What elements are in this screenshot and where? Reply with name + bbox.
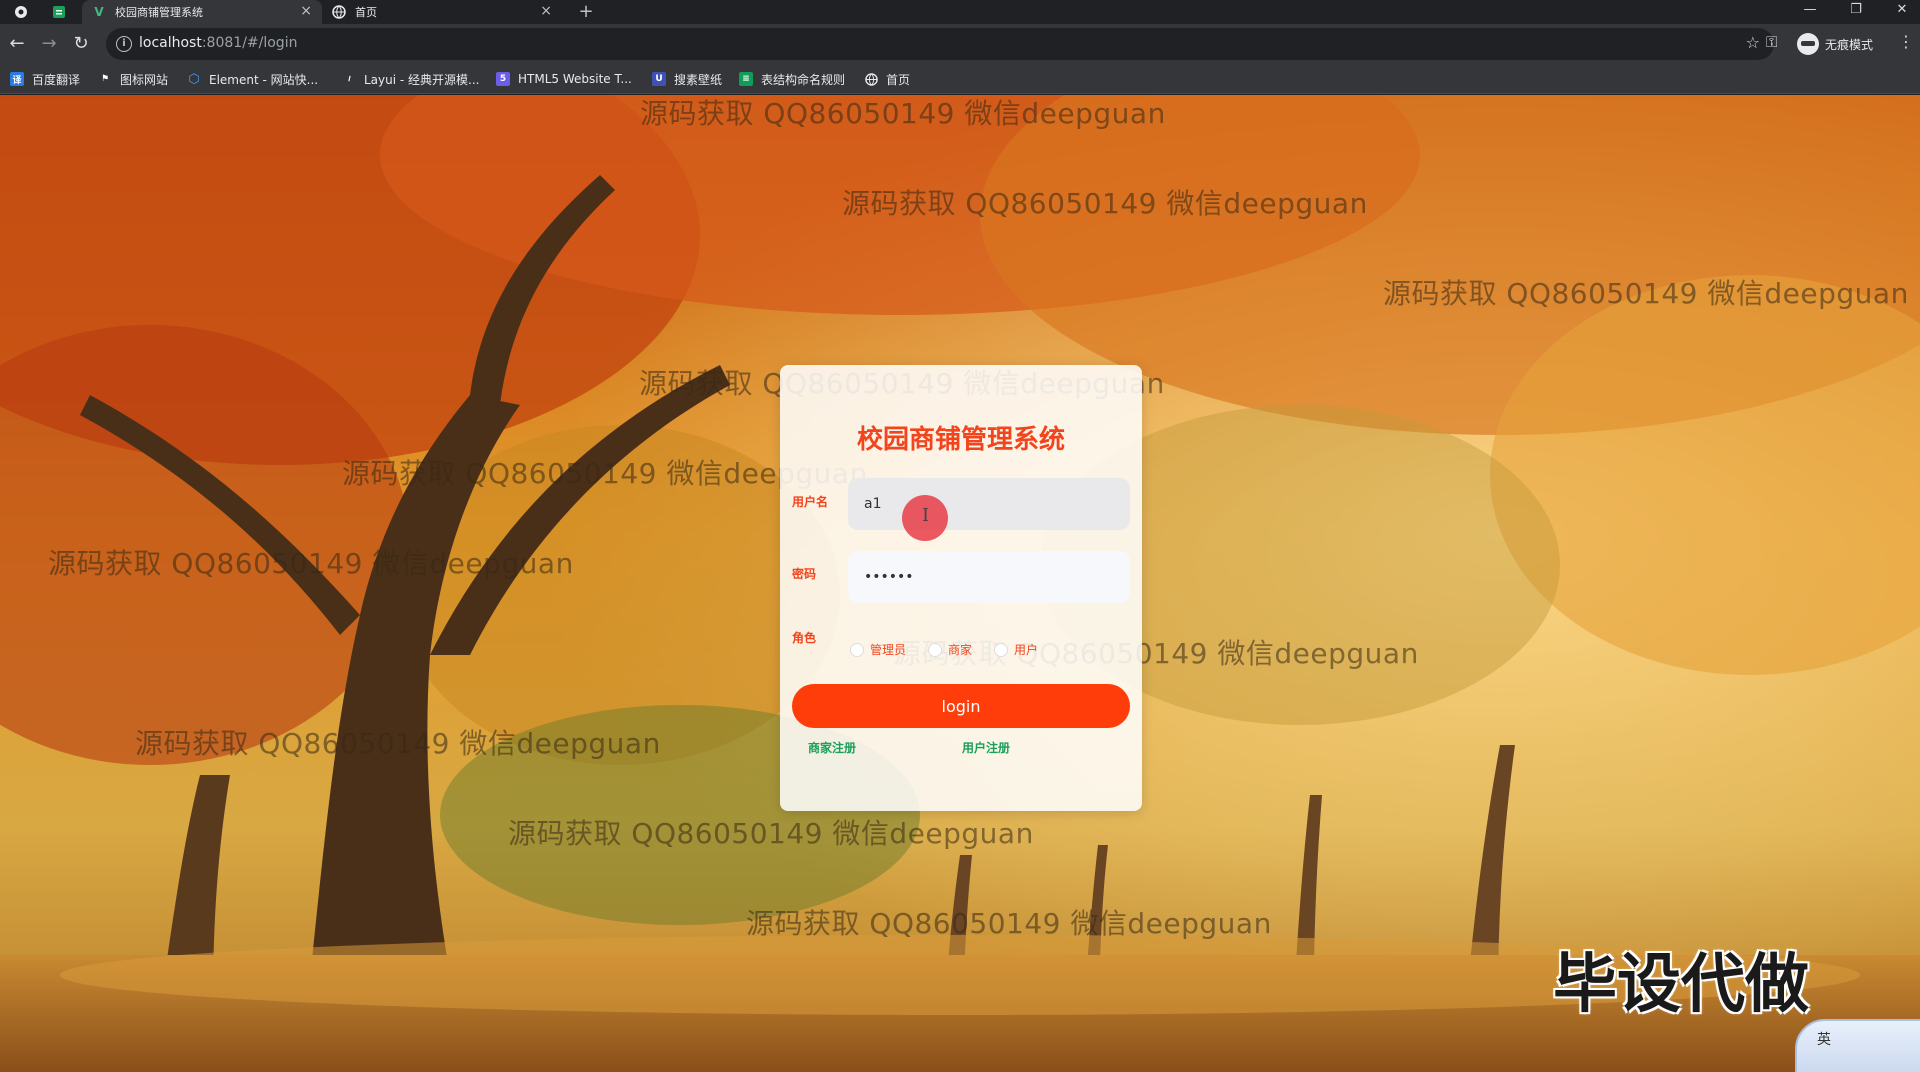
- bookmark-item[interactable]: 译 百度翻译: [10, 69, 80, 89]
- login-button[interactable]: login: [792, 684, 1130, 728]
- globe-icon: [864, 72, 878, 86]
- watermark-text: 源码获取 QQ86050149 微信deepguan: [746, 907, 1272, 940]
- password-label: 密码: [792, 567, 817, 581]
- forward-icon[interactable]: →: [38, 33, 60, 55]
- watermark-text: 源码获取 QQ86050149 微信deepguan: [135, 727, 661, 760]
- key-icon[interactable]: ⚿: [1766, 33, 1777, 51]
- watermark-text: 源码获取 QQ86050149 微信deepguan: [48, 547, 574, 580]
- bookmark-item[interactable]: ≡ 表结构命名规则: [739, 69, 845, 89]
- bookmark-item[interactable]: U 搜素壁纸: [652, 69, 722, 89]
- role-radio-group: 管理员 商家 用户: [850, 641, 1060, 658]
- globe-icon: [332, 5, 346, 19]
- close-window-button[interactable]: ✕: [1885, 1, 1919, 21]
- tab-login[interactable]: V 校园商铺管理系统 ×: [82, 0, 322, 24]
- password-input[interactable]: [848, 551, 1130, 603]
- reload-icon[interactable]: ↻: [70, 33, 92, 55]
- back-icon[interactable]: ←: [6, 33, 28, 55]
- watermark-text: 源码获取 QQ86050149 微信deepguan: [842, 187, 1368, 220]
- sheet-icon: ≡: [739, 72, 753, 86]
- wallpaper-icon: U: [652, 72, 666, 86]
- html5-icon: 5: [496, 72, 510, 86]
- bookmark-star-icon[interactable]: ☆: [1746, 33, 1760, 52]
- role-radio-merchant[interactable]: 商家: [928, 641, 972, 658]
- element-icon: ⬡: [188, 71, 200, 87]
- bookmark-item[interactable]: 首页: [864, 69, 910, 89]
- bookmark-item[interactable]: 𝚤 Layui - 经典开源模...: [342, 69, 479, 89]
- radio-circle[interactable]: [928, 642, 943, 657]
- incognito-label: 无痕模式: [1825, 37, 1874, 52]
- text-cursor-icon: I: [922, 505, 930, 526]
- watermark-text: 源码获取 QQ86050149 微信deepguan: [508, 817, 1034, 850]
- site-info-icon[interactable]: i: [116, 36, 132, 52]
- browser-tabstrip: V 校园商铺管理系统 × 首页 × + — ❐ ✕: [0, 0, 1920, 24]
- tab-title: 首页: [355, 6, 377, 19]
- translate-icon: 译: [10, 72, 24, 86]
- browser-menu-icon[interactable]: [10, 2, 32, 22]
- ime-label: 英: [1817, 1032, 1831, 1048]
- bookmark-item[interactable]: ⚑ 图标网站: [98, 69, 168, 89]
- tab-search-icon[interactable]: [48, 2, 70, 22]
- role-radio-admin[interactable]: 管理员: [850, 641, 906, 658]
- incognito-indicator[interactable]: 无痕模式: [1797, 29, 1873, 59]
- merchant-register-link[interactable]: 商家注册: [808, 739, 856, 756]
- page-title: 校园商铺管理系统: [856, 425, 1065, 455]
- bookmark-item[interactable]: 5 HTML5 Website T...: [496, 69, 632, 89]
- role-radio-user[interactable]: 用户: [994, 641, 1038, 658]
- bookmarks-bar: 译 百度翻译 ⚑ 图标网站 ⬡ Element - 网站快... 𝚤 Layui…: [0, 64, 1920, 94]
- browser-toolbar: ← → ↻ i localhost:8081/#/login ☆ ⚿ 无痕模式 …: [0, 24, 1920, 64]
- user-register-link[interactable]: 用户注册: [962, 739, 1010, 756]
- incognito-icon: [1797, 33, 1819, 55]
- flag-icon: ⚑: [100, 74, 110, 84]
- role-label: 角色: [792, 631, 817, 645]
- minimize-button[interactable]: —: [1793, 1, 1827, 21]
- watermark-text: 源码获取 QQ86050149 微信deepguan: [640, 97, 1166, 130]
- new-tab-button[interactable]: +: [575, 1, 597, 22]
- layui-icon: 𝚤: [348, 74, 350, 84]
- address-bar[interactable]: i localhost:8081/#/login ☆: [106, 28, 1774, 60]
- radio-circle[interactable]: [850, 642, 864, 657]
- restore-button[interactable]: ❐: [1839, 1, 1873, 21]
- ime-indicator[interactable]: 英: [1795, 1019, 1920, 1072]
- username-input[interactable]: [848, 478, 1130, 530]
- promo-overlay-text: 毕设代做: [1553, 948, 1809, 1022]
- bookmark-item[interactable]: ⬡ Element - 网站快...: [187, 69, 318, 89]
- radio-circle[interactable]: [994, 642, 1009, 657]
- login-page: 源码获取 QQ86050149 微信deepguan 源码获取 QQ860501…: [0, 95, 1920, 1072]
- vue-icon: V: [94, 5, 104, 19]
- tab-title: 校园商铺管理系统: [115, 6, 203, 19]
- close-icon[interactable]: ×: [300, 3, 312, 19]
- login-form: 校园商铺管理系统 用户名 密码 角色 管理员 商家 用户 login 商家注册 …: [780, 365, 1142, 811]
- tab-home[interactable]: 首页 ×: [322, 0, 562, 24]
- watermark-text: 源码获取 QQ86050149 微信deepguan: [1383, 277, 1909, 310]
- username-label: 用户名: [792, 495, 829, 509]
- address-url[interactable]: localhost:8081/#/login: [139, 35, 297, 51]
- close-icon[interactable]: ×: [540, 3, 552, 19]
- more-menu-icon[interactable]: ⋮: [1898, 32, 1914, 51]
